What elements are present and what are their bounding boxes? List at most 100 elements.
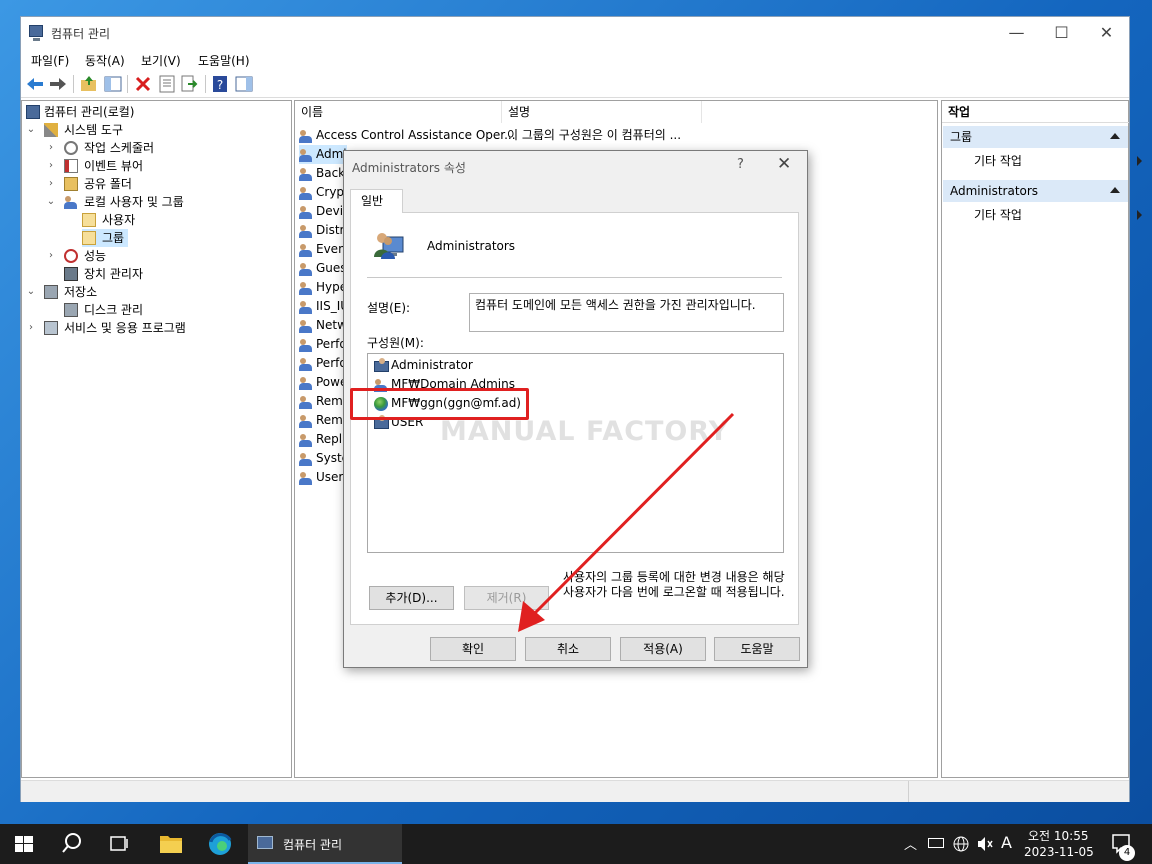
tree-item-local-users[interactable]: ⌄ 로컬 사용자 및 그룹 xyxy=(46,193,184,211)
tree-label: 서비스 및 응용 프로그램 xyxy=(64,321,186,335)
tree-item-disk-management[interactable]: 디스크 관리 xyxy=(64,301,143,319)
computer-management-icon xyxy=(257,836,273,849)
task-view-icon[interactable] xyxy=(108,824,130,864)
title-bar[interactable]: 컴퓨터 관리 — ☐ ✕ xyxy=(21,17,1129,48)
help-button[interactable]: 도움말 xyxy=(714,637,800,661)
group-list-row[interactable]: Repli xyxy=(299,430,345,449)
chevron-down-icon[interactable]: ⌄ xyxy=(26,121,36,139)
tree-item-storage[interactable]: ⌄ 저장소 xyxy=(26,283,97,301)
chevron-down-icon[interactable]: ⌄ xyxy=(46,193,56,211)
group-list-row[interactable]: Perfo xyxy=(299,335,347,354)
file-explorer-icon[interactable] xyxy=(158,824,184,864)
actions-section-groups[interactable]: 그룹 xyxy=(943,126,1128,148)
apply-button[interactable]: 적용(A) xyxy=(620,637,706,661)
window-title: 컴퓨터 관리 xyxy=(51,27,111,41)
group-list-row[interactable]: Perfo xyxy=(299,354,347,373)
group-list-row[interactable]: Powe xyxy=(299,373,347,392)
group-list-row[interactable]: IIS_IU xyxy=(299,297,349,316)
help-icon[interactable]: ? xyxy=(210,74,230,94)
tree-label: 디스크 관리 xyxy=(84,303,144,317)
storage-icon xyxy=(44,285,58,299)
folder-icon xyxy=(82,213,96,227)
cancel-button[interactable]: 취소 xyxy=(525,637,611,661)
properties-icon[interactable] xyxy=(157,74,177,94)
chevron-right-icon[interactable]: › xyxy=(46,175,56,193)
tree-item-task-scheduler[interactable]: › 작업 스케줄러 xyxy=(46,139,154,157)
group-list-row[interactable]: Cryp xyxy=(299,183,344,202)
actions-more-administrators[interactable]: 기타 작업 xyxy=(974,205,1142,225)
group-list-row[interactable]: Admi xyxy=(299,145,347,164)
group-list-row[interactable]: Back xyxy=(299,164,345,183)
group-name-cell: Back xyxy=(316,166,346,180)
chevron-right-icon[interactable]: › xyxy=(46,139,56,157)
chevron-down-icon[interactable]: ⌄ xyxy=(26,283,36,301)
menu-help[interactable]: 도움말(H) xyxy=(198,52,250,69)
edge-browser-icon[interactable] xyxy=(206,824,234,864)
group-list-row[interactable]: Syste xyxy=(299,449,349,468)
tree-item-device-manager[interactable]: 장치 관리자 xyxy=(64,265,143,283)
actions-more-groups[interactable]: 기타 작업 xyxy=(974,151,1142,171)
search-icon[interactable] xyxy=(60,824,84,864)
collapse-icon[interactable] xyxy=(1110,133,1120,139)
group-icon xyxy=(299,129,313,143)
tree-item-shared-folders[interactable]: › 공유 폴더 xyxy=(46,175,132,193)
chevron-right-icon[interactable]: › xyxy=(46,157,56,175)
members-list[interactable]: Administrator MF₩Domain Admins MF₩ggn(gg… xyxy=(367,353,784,553)
tree-item-root[interactable]: 컴퓨터 관리(로컬) xyxy=(26,103,134,121)
action-pane-icon[interactable] xyxy=(234,74,254,94)
tree-label: 사용자 xyxy=(102,213,136,227)
forward-arrow-icon[interactable] xyxy=(48,74,68,94)
chevron-right-icon[interactable]: › xyxy=(26,319,36,337)
column-header-name[interactable]: 이름 xyxy=(295,101,502,123)
group-list-row[interactable]: Netw xyxy=(299,316,347,335)
tree-item-event-viewer[interactable]: › 이벤트 뷰어 xyxy=(46,157,143,175)
menu-file[interactable]: 파일(F) xyxy=(31,52,69,69)
dialog-close-button[interactable]: ✕ xyxy=(777,154,791,174)
taskbar-app-computer-management[interactable]: 컴퓨터 관리 xyxy=(248,824,402,864)
volume-muted-icon[interactable] xyxy=(976,824,994,864)
show-hide-tree-icon[interactable] xyxy=(103,74,123,94)
minimize-button[interactable]: — xyxy=(994,17,1039,48)
windows-start-icon[interactable] xyxy=(14,824,34,864)
dialog-help-button[interactable]: ? xyxy=(737,157,744,172)
tree-item-groups[interactable]: 그룹 xyxy=(82,229,129,247)
battery-icon[interactable] xyxy=(928,838,944,848)
up-folder-icon[interactable] xyxy=(79,74,99,94)
group-list-row[interactable]: Access Control Assistance Oper... 이 그룹의 구… xyxy=(299,126,681,145)
maximize-button[interactable]: ☐ xyxy=(1039,17,1084,48)
tree-item-system-tools[interactable]: ⌄ 시스템 도구 xyxy=(26,121,123,139)
tree-item-services[interactable]: › 서비스 및 응용 프로그램 xyxy=(26,319,186,337)
network-globe-icon[interactable] xyxy=(952,824,970,864)
column-header-description[interactable]: 설명 xyxy=(502,101,702,123)
delete-icon[interactable] xyxy=(133,74,153,94)
members-label: 구성원(M): xyxy=(367,336,424,350)
tree-item-performance[interactable]: › 성능 xyxy=(46,247,106,265)
users-group-icon xyxy=(64,195,78,209)
menu-action[interactable]: 동작(A) xyxy=(85,52,125,69)
group-list-row[interactable]: Even xyxy=(299,240,346,259)
member-item[interactable]: Administrator xyxy=(374,356,473,375)
back-arrow-icon[interactable] xyxy=(25,74,45,94)
group-list-row[interactable]: Gues xyxy=(299,259,347,278)
computer-management-icon xyxy=(29,25,43,41)
tree-label: 컴퓨터 관리(로컬) xyxy=(44,105,135,119)
ok-button[interactable]: 확인 xyxy=(430,637,516,661)
description-field[interactable]: 컴퓨터 도메인에 모든 액세스 권한을 가진 관리자입니다. xyxy=(469,293,784,332)
tree-item-users[interactable]: 사용자 xyxy=(82,211,135,229)
close-button[interactable]: ✕ xyxy=(1084,17,1129,48)
export-list-icon[interactable] xyxy=(179,74,199,94)
chevron-right-icon[interactable]: › xyxy=(46,247,56,265)
group-icon xyxy=(299,148,313,162)
collapse-icon[interactable] xyxy=(1110,187,1120,193)
add-member-button[interactable]: 추가(D)... xyxy=(369,586,454,610)
tab-general[interactable]: 일반 xyxy=(350,189,403,213)
group-list-row[interactable]: Distr xyxy=(299,221,344,240)
input-method-indicator[interactable]: A xyxy=(1001,833,1012,864)
actions-section-administrators[interactable]: Administrators xyxy=(943,180,1128,202)
group-list-row[interactable]: Hype xyxy=(299,278,347,297)
show-hidden-icons-chevron-icon[interactable]: ︿ xyxy=(904,834,917,864)
submenu-arrow-icon xyxy=(1136,210,1142,220)
clock-date[interactable]: 2023-11-05 xyxy=(1024,845,1094,864)
menu-view[interactable]: 보기(V) xyxy=(141,52,181,69)
remove-member-button[interactable]: 제거(R) xyxy=(464,586,549,610)
